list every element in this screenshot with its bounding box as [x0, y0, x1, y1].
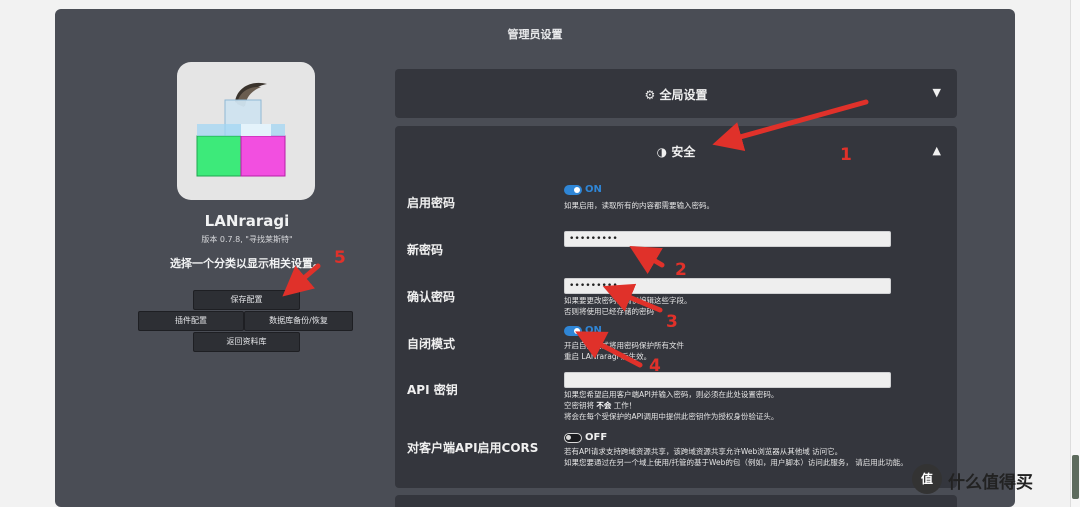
app-version: 版本 0.7.8, "寻找莱斯特" — [201, 235, 293, 244]
admin-settings-panel: 管理员设置 LANraragi 版本 0.7.8, "寻找莱斯特" 选择一个分类… — [55, 9, 1015, 507]
cors-desc-2: 如果您要通过在另一个域上使用/托管的基于Web的包（例如，用户脚本）访问此服务，… — [564, 458, 908, 467]
chevron-down-icon[interactable]: ▼ — [933, 86, 941, 99]
enable-password-state: ON — [585, 184, 602, 195]
enable-password-desc: 如果启用，读取所有的内容都需要输入密码。 — [564, 201, 714, 210]
scrollbar-thumb[interactable] — [1072, 455, 1079, 499]
api-key-desc-bold: 不会 — [596, 401, 612, 410]
annotation-number-3: 3 — [666, 312, 678, 332]
global-settings-title: 全局设置 — [659, 88, 708, 102]
watermark: 值 什么值得买 — [908, 462, 1068, 498]
cogs-icon: ⚙ — [644, 88, 656, 102]
cors-state: OFF — [585, 432, 608, 443]
enable-password-toggle[interactable] — [564, 185, 582, 195]
app-logo — [177, 62, 315, 200]
category-hint: 选择一个分类以显示相关设置。 — [170, 257, 324, 270]
backup-restore-button[interactable]: 数据库备份/恢复 — [244, 311, 353, 331]
nofun-mode-state: ON — [585, 325, 602, 336]
api-key-input[interactable] — [564, 372, 891, 388]
cors-label: 对客户端API启用CORS — [407, 441, 539, 455]
security-section: ◑ 安全 ▲ 启用密码 ON 如果启用，读取所有的内容都需要输入密码。 新密码 … — [395, 126, 957, 488]
confirm-password-input[interactable]: ••••••••• — [564, 278, 891, 294]
enable-password-label: 启用密码 — [407, 196, 456, 210]
return-library-button[interactable]: 返回资料库 — [193, 332, 300, 352]
confirm-password-label: 确认密码 — [407, 290, 456, 304]
cors-desc-1: 若有API请求支持跨域资源共享，该跨域资源共享允许Web浏览器从其他域 访问它。 — [564, 447, 843, 456]
security-header[interactable]: ◑ 安全 — [395, 143, 957, 160]
nofun-mode-desc-2: 重启 LANraragi 后生效。 — [564, 352, 652, 361]
new-password-input[interactable]: ••••••••• — [564, 231, 891, 247]
annotation-number-2: 2 — [675, 260, 687, 280]
plugin-config-button[interactable]: 插件配置 — [138, 311, 244, 331]
global-settings-section[interactable]: ⚙ 全局设置 ▼ — [395, 69, 957, 118]
next-section-collapsed[interactable] — [395, 495, 957, 507]
api-key-label: API 密钥 — [407, 383, 458, 397]
security-title: 安全 — [671, 145, 696, 159]
save-config-button[interactable]: 保存配置 — [193, 290, 300, 310]
chevron-up-icon[interactable]: ▲ — [933, 144, 941, 157]
shield-icon: ◑ — [656, 145, 668, 159]
global-settings-header[interactable]: ⚙ 全局设置 — [395, 86, 957, 103]
new-password-label: 新密码 — [407, 243, 444, 257]
page-title: 管理员设置 — [507, 28, 563, 41]
watermark-text: 什么值得买 — [948, 473, 1033, 493]
nofun-mode-label: 自闭模式 — [407, 337, 456, 351]
nofun-mode-toggle[interactable] — [564, 326, 582, 336]
api-key-desc-2: 空密钥将 不会 工作！ — [564, 401, 637, 410]
annotation-number-5: 5 — [334, 248, 346, 268]
watermark-badge: 值 — [912, 464, 942, 494]
password-desc-2: 否则将使用已经存储的密码 — [564, 307, 654, 316]
annotation-number-4: 4 — [649, 356, 661, 376]
nofun-mode-desc-1: 开启自闭模式将用密码保护所有文件 — [564, 341, 684, 350]
api-key-desc-3: 将会在每个受保护的API调用中提供此密钥作为授权身份验证头。 — [564, 412, 779, 421]
annotation-number-1: 1 — [840, 145, 852, 165]
cors-toggle[interactable] — [564, 433, 582, 443]
page-scrollbar[interactable] — [1070, 0, 1080, 507]
api-key-desc-1: 如果您希望启用客户端API并输入密码，则必须在此处设置密码。 — [564, 390, 779, 399]
lanraragi-logo-icon — [196, 82, 286, 177]
password-desc-1: 如果要更改密码，请仅编辑这些字段。 — [564, 296, 692, 305]
app-name: LANraragi — [204, 212, 290, 230]
